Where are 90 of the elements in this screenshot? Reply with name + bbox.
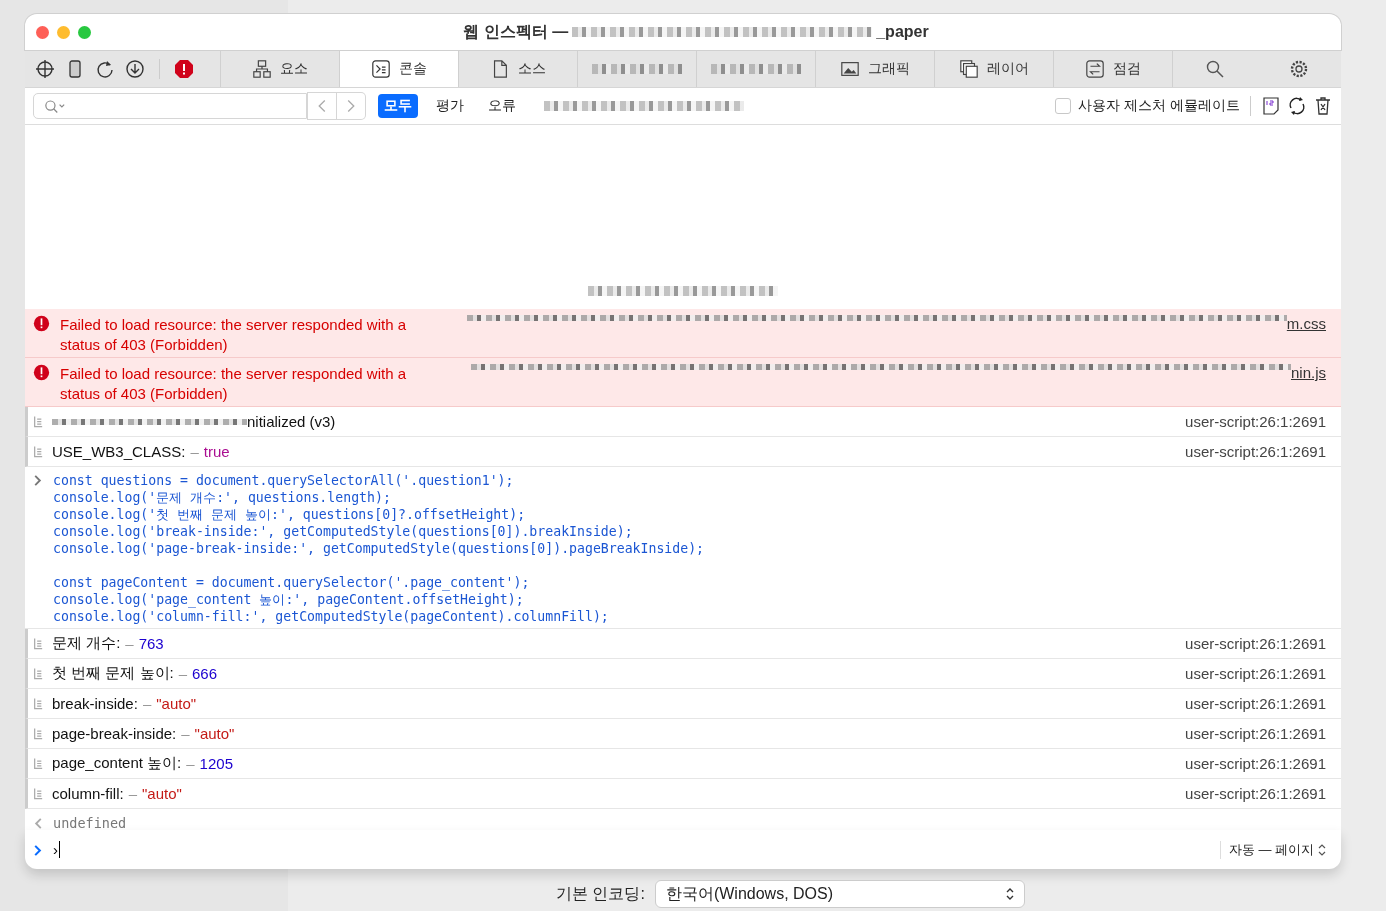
separator: – [181,725,190,742]
search-icon[interactable] [1205,59,1225,79]
log-icon [33,445,43,458]
encoding-label: 기본 인코딩: [556,883,645,904]
updown-icon [1318,843,1326,856]
source-location[interactable]: user-script:26:1:2691 [1185,443,1326,460]
encoding-select[interactable]: 한국어(Windows, DOS) [654,880,1025,908]
tab[interactable]: 소스 [459,51,578,87]
filter-field[interactable] [33,93,307,119]
filter-button[interactable]: 평가 [430,94,470,118]
error-message: Failed to load resource: the server responded with a status of 403 (Forbidden) [60,364,408,404]
log-value: true [203,443,230,460]
source-location[interactable]: user-script:26:1:2691 [1185,665,1326,682]
window-title: 웹 인스펙터 — [463,21,569,42]
tab[interactable]: 점검 [1054,51,1173,87]
source-location[interactable]: user-script:26:1:2691 [1185,785,1326,802]
prompt-icon [33,844,43,857]
tab[interactable]: 레이어 [935,51,1054,87]
code-line: const questions = document.querySelectorAll('.question1'); [53,472,515,489]
separator: – [186,755,195,772]
code-line: console.log('break-inside:', getComputedStyle(questions[0]).breakInside); [53,523,634,540]
emulate-gesture-checkbox[interactable]: 사용자 제스처 에뮬레이트 [1055,97,1240,115]
log-value: 763 [138,635,164,652]
image-icon [840,59,860,79]
execution-context-select[interactable]: 자동 — 페이지 [1219,840,1326,859]
log-value: 1205 [199,755,233,772]
separator: – [190,443,199,460]
layers-icon [959,59,979,79]
chevron-icon [33,474,43,487]
log-value: "auto" [142,785,182,802]
log-value: 666 [192,665,218,682]
log-icon [33,757,43,770]
result-text: undefined [53,814,127,830]
close-button[interactable] [36,25,49,39]
separator: – [125,635,134,652]
log-value: "auto" [194,725,235,742]
crosshair-icon[interactable] [35,59,55,79]
stop-icon[interactable] [174,59,194,79]
swap-icon [1085,59,1105,79]
window-title: _paper [876,23,929,41]
log-icon [33,415,43,428]
log-icon [33,787,43,800]
trash-icon[interactable] [1313,96,1333,116]
error-message: Failed to load resource: the server responded with a status of 403 (Forbidden) [60,315,408,355]
separator: – [128,785,138,802]
source-link[interactable]: nin.js [1290,364,1326,381]
source-link[interactable]: m.css [1286,315,1326,332]
separator: – [142,695,152,712]
filter-button[interactable]: 오류 [482,94,522,118]
log-label: column-fill: [52,785,124,802]
log-icon [33,637,43,650]
filter-button[interactable]: 모두 [378,94,418,118]
source-location[interactable]: user-script:26:1:2691 [1185,755,1326,772]
source-location[interactable]: user-script:26:1:2691 [1185,725,1326,742]
log-label: page-break-inside: [52,725,177,742]
log-message: nitialized (v3) [247,413,336,430]
source-location[interactable]: user-script:26:1:2691 [1185,413,1326,430]
tab[interactable]: 그래픽 [816,51,935,87]
code-line: console.log('page_content 높이:', pageContent.offsetHeight); [53,591,525,608]
code-line: const pageContent = document.querySelector('.page_content'); [53,574,531,591]
console-icon [371,59,391,79]
log-label: USE_WB3_CLASS: [52,443,186,460]
code-line: console.log('page-break-inside:', getComputedStyle(questions[0]).pageBreakInside); [53,540,705,557]
error-icon [33,315,50,332]
search-icon [44,98,66,114]
log-icon [33,727,43,740]
source-location[interactable]: user-script:26:1:2691 [1185,695,1326,712]
script-icon[interactable] [1261,96,1281,116]
tab[interactable]: 콘솔 [340,51,459,87]
log-label: 문제 개수: [52,634,121,653]
code-line: console.log('문제 개수:', questions.length); [53,489,392,506]
download-icon[interactable] [125,59,145,79]
refresh-icon[interactable] [1287,96,1307,116]
log-icon [33,667,43,680]
result-icon [33,817,43,830]
tree-icon [252,59,272,79]
console-input[interactable]: › [53,841,60,858]
code-line: console.log('column-fill:', getComputedStyle(pageContent).columnFill); [53,608,610,625]
error-icon [33,364,50,381]
updown-icon [1005,888,1014,900]
log-label: 첫 번째 문제 높이: [52,664,174,683]
settings-icon[interactable] [1289,59,1309,79]
code-line: console.log('첫 번째 문제 높이:', questions[0]?.offsetHeight); [53,506,527,523]
reload-icon[interactable] [95,59,115,79]
log-value: "auto" [156,695,197,712]
log-icon [33,697,43,710]
separator: – [178,665,187,682]
source-location[interactable]: user-script:26:1:2691 [1185,635,1326,652]
log-label: page_content 높이: [52,754,182,773]
log-label: break-inside: [52,695,138,712]
